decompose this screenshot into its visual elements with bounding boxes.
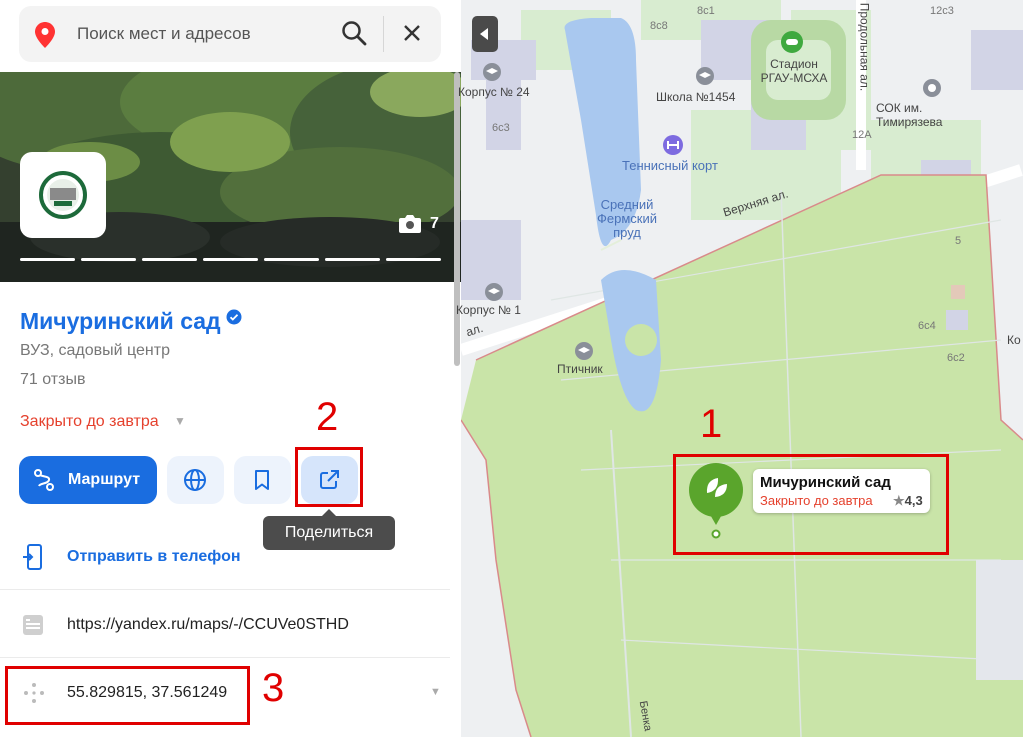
chevron-down-icon[interactable]: ▼ bbox=[174, 414, 186, 428]
link-card-icon bbox=[22, 614, 44, 641]
map-label-8c1: 8с1 bbox=[697, 5, 715, 17]
place-panel: Поиск мест и адресов 7 Мичуринский сад В… bbox=[0, 0, 461, 737]
send-to-phone-label: Отправить в телефон bbox=[67, 548, 241, 565]
school-icon[interactable] bbox=[482, 62, 502, 82]
panel-scrollbar[interactable] bbox=[454, 72, 460, 366]
route-icon bbox=[32, 468, 56, 497]
map-label-5: 5 bbox=[955, 235, 962, 247]
map-label-stadium: Стадион РГАУ-МСХА bbox=[760, 57, 828, 85]
map-label-6c2: 6с2 bbox=[947, 352, 965, 364]
reviews-count[interactable]: 71 отзыв bbox=[20, 371, 85, 389]
annotation-number-2: 2 bbox=[316, 395, 339, 439]
place-title: Мичуринский сад bbox=[20, 308, 221, 334]
photo-progress-segment bbox=[20, 258, 75, 261]
annotation-box-1 bbox=[673, 454, 949, 555]
bookmark-button[interactable] bbox=[234, 456, 291, 504]
search-input[interactable]: Поиск мест и адресов bbox=[77, 24, 251, 44]
photo-progress-segment bbox=[325, 258, 380, 261]
school-icon[interactable] bbox=[695, 66, 715, 86]
school-icon[interactable] bbox=[484, 282, 504, 302]
annotation-number-3: 3 bbox=[262, 666, 285, 710]
location-pin-icon bbox=[35, 22, 55, 53]
map-label-school: Школа №1454 bbox=[656, 90, 736, 104]
send-to-phone-row[interactable]: Отправить в телефон bbox=[0, 524, 450, 590]
route-button-label: Маршрут bbox=[68, 471, 141, 488]
photo-progress-segment bbox=[142, 258, 197, 261]
stadium-icon[interactable] bbox=[780, 30, 804, 54]
map-label-tennis: Теннисный корт bbox=[622, 158, 718, 173]
map-label-korpus24: Корпус № 24 bbox=[458, 85, 530, 99]
place-link[interactable]: https://yandex.ru/maps/-/CCUVe0STHD bbox=[67, 616, 349, 634]
collapse-arrow-icon bbox=[480, 28, 488, 40]
phone-icon bbox=[22, 544, 44, 575]
sport-complex-icon[interactable] bbox=[922, 78, 942, 98]
camera-icon[interactable] bbox=[398, 214, 422, 239]
photo-progress-segment bbox=[264, 258, 319, 261]
close-icon[interactable] bbox=[401, 22, 423, 49]
annotation-box-2 bbox=[295, 447, 363, 507]
place-category: ВУЗ, садовый центр bbox=[20, 342, 170, 359]
photo-count: 7 bbox=[430, 215, 439, 232]
verified-icon bbox=[226, 309, 242, 330]
row-divider bbox=[0, 589, 450, 590]
globe-icon bbox=[184, 469, 206, 491]
link-row[interactable]: https://yandex.ru/maps/-/CCUVe0STHD bbox=[0, 592, 450, 658]
map-label-12c3: 12с3 bbox=[930, 5, 954, 17]
map-label-8c8: 8с8 bbox=[650, 20, 668, 32]
school-icon[interactable] bbox=[574, 341, 594, 361]
photo-progress-segment bbox=[81, 258, 136, 261]
map-label-6c3: 6с3 bbox=[492, 122, 510, 134]
search-divider bbox=[383, 16, 384, 52]
photo-progress-segment bbox=[386, 258, 441, 261]
search-bar[interactable]: Поиск мест и адресов bbox=[19, 6, 441, 62]
map-label-korpus1: Корпус № 1 bbox=[456, 303, 521, 317]
map-label-pond: Средний Фермский пруд bbox=[597, 197, 657, 240]
tennis-court-icon[interactable] bbox=[662, 134, 684, 156]
working-hours-status[interactable]: Закрыто до завтра bbox=[20, 413, 159, 431]
row-divider bbox=[0, 657, 450, 658]
map-label-sok: СОК им. Тимирязева bbox=[876, 101, 943, 129]
map-label-prodolnaya: Продольная ал. bbox=[857, 2, 872, 92]
search-icon[interactable] bbox=[341, 20, 367, 51]
annotation-number-1: 1 bbox=[700, 402, 723, 446]
route-button[interactable]: Маршрут bbox=[19, 456, 157, 504]
collapse-panel-button[interactable] bbox=[472, 16, 498, 52]
website-button[interactable] bbox=[167, 456, 224, 504]
annotation-box-3 bbox=[5, 666, 250, 725]
map-label-ptichnik: Птичник bbox=[557, 362, 603, 376]
map-label-6c4: 6с4 bbox=[918, 320, 936, 332]
place-logo bbox=[20, 152, 106, 238]
map-label-12a: 12А bbox=[852, 129, 872, 141]
bookmark-icon bbox=[255, 470, 269, 490]
map-label-ko: Ко bbox=[1007, 333, 1021, 347]
chevron-down-icon[interactable]: ▼ bbox=[430, 686, 441, 698]
photo-progress-segment bbox=[203, 258, 258, 261]
